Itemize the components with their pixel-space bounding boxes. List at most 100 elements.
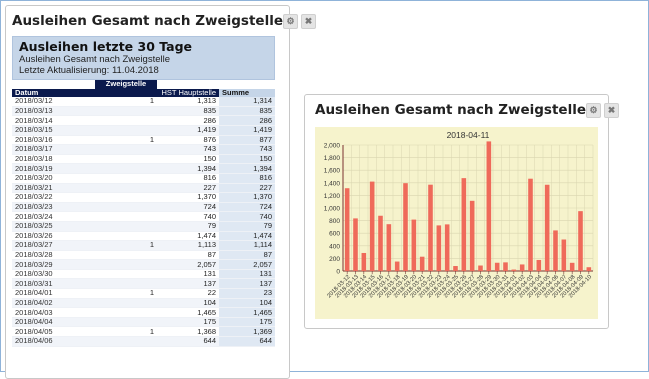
cell-count <box>95 154 157 165</box>
cell-count <box>95 125 157 136</box>
cell-count <box>95 202 157 213</box>
cell-hst: 1,368 <box>157 326 219 338</box>
table-row: 2018/03/20 816 816 <box>12 173 275 184</box>
cell-count <box>95 259 157 270</box>
table-row: 2018/03/31 137 137 <box>12 278 275 290</box>
panel-header[interactable]: Ausleihen Gesamt nach Zweigstelle ⚙ ✖ <box>305 95 619 125</box>
bar <box>586 267 592 271</box>
cell-hst: 1,113 <box>157 240 219 251</box>
cell-hst: 1,370 <box>157 192 219 203</box>
report-updated: Letzte Aktualisierung: 11.04.2018 <box>19 65 159 76</box>
y-tick-label: 600 <box>329 231 340 238</box>
table-row: 2018/03/30 131 131 <box>12 269 275 280</box>
cell-summe: 816 <box>219 173 275 184</box>
group-header-zweigstelle: Zweigstelle <box>95 80 157 89</box>
bar <box>411 219 417 271</box>
panel-header[interactable]: Ausleihen Gesamt nach Zweigstelle ⚙ ✖ <box>6 6 316 36</box>
column-header-hst[interactable]: HST Hauptstelle <box>157 88 219 98</box>
cell-count: 1 <box>95 240 157 251</box>
cell-hst: 2,057 <box>157 259 219 270</box>
cell-summe: 1,314 <box>219 97 275 107</box>
cell-count <box>95 144 157 155</box>
cell-date: 2018/04/01 <box>12 288 95 299</box>
chart-panel: Ausleihen Gesamt nach Zweigstelle ⚙ ✖ 20… <box>304 94 619 329</box>
close-icon[interactable]: ✖ <box>300 13 316 29</box>
cell-date: 2018/03/29 <box>12 259 95 270</box>
cell-summe: 1,465 <box>219 307 275 318</box>
chart-area: 2018-04-11 0 200 400 600 800 1,000 1,200 1,400 1,… <box>315 127 598 319</box>
cell-hst: 1,313 <box>157 97 219 107</box>
cell-count <box>95 115 157 126</box>
cell-hst: 1,465 <box>157 307 219 318</box>
cell-summe: 175 <box>219 317 275 328</box>
column-header-datum[interactable]: Datum <box>12 88 95 98</box>
cell-date: 2018/03/13 <box>12 106 95 117</box>
bar <box>369 181 375 271</box>
table-row: 2018/04/04 175 175 <box>12 317 275 328</box>
cell-summe: 740 <box>219 211 275 222</box>
y-tick-label: 2,000 <box>324 143 341 150</box>
table-row: 2018/03/27 1 1,113 1,114 <box>12 240 275 251</box>
cell-summe: 1,114 <box>219 240 275 251</box>
cell-summe: 131 <box>219 269 275 280</box>
cell-hst: 835 <box>157 106 219 117</box>
gear-icon[interactable]: ⚙ <box>282 13 298 29</box>
cell-summe: 137 <box>219 278 275 290</box>
table-row: 2018/04/02 104 104 <box>12 298 275 309</box>
cell-summe: 1,394 <box>219 163 275 174</box>
cell-hst: 79 <box>157 221 219 232</box>
cell-summe: 104 <box>219 298 275 309</box>
y-tick-label: 1,000 <box>324 206 341 213</box>
table-row: 2018/03/16 1 876 877 <box>12 135 275 146</box>
cell-count <box>95 250 157 261</box>
cell-hst: 227 <box>157 183 219 194</box>
report-subtitle: Ausleihen Gesamt nach Zweigstelle <box>19 54 171 65</box>
y-tick-label: 400 <box>329 243 340 250</box>
bar <box>428 184 433 271</box>
cell-date: 2018/03/15 <box>12 125 95 136</box>
cell-count <box>95 336 157 347</box>
table-row: 2018/04/06 644 644 <box>12 336 275 347</box>
cell-count <box>95 298 157 309</box>
cell-hst: 724 <box>157 202 219 213</box>
bar <box>403 183 408 271</box>
cell-count: 1 <box>95 288 157 299</box>
table-row: 2018/03/15 1,419 1,419 <box>12 125 275 136</box>
bar <box>419 256 425 271</box>
report-title: Ausleihen letzte 30 Tage <box>19 39 193 54</box>
cell-date: 2018/03/17 <box>12 144 95 155</box>
column-header-summe[interactable]: Summe <box>219 88 275 98</box>
bar <box>386 224 392 271</box>
cell-summe: 1,474 <box>219 231 275 242</box>
gear-icon[interactable]: ⚙ <box>585 102 601 118</box>
table-row: 2018/04/05 1 1,368 1,369 <box>12 326 275 338</box>
y-tick-label: 200 <box>329 256 340 263</box>
bar <box>511 269 517 271</box>
cell-summe: 724 <box>219 202 275 213</box>
cell-hst: 150 <box>157 154 219 165</box>
cell-summe: 23 <box>219 288 275 299</box>
bar <box>578 211 583 271</box>
table-row: 2018/03/19 1,394 1,394 <box>12 163 275 174</box>
cell-hst: 22 <box>157 288 219 299</box>
cell-hst: 876 <box>157 135 219 146</box>
cell-date: 2018/03/14 <box>12 115 95 126</box>
cell-date: 2018/04/04 <box>12 317 95 328</box>
cell-count <box>95 307 157 318</box>
cell-hst: 104 <box>157 298 219 309</box>
close-icon[interactable]: ✖ <box>603 102 619 118</box>
cell-summe: 1,370 <box>219 192 275 203</box>
cell-hst: 1,419 <box>157 125 219 136</box>
cell-count <box>95 221 157 232</box>
table-header-blank <box>157 80 219 89</box>
cell-count <box>95 173 157 184</box>
table-row: 2018/04/03 1,465 1,465 <box>12 307 275 318</box>
bar <box>561 239 567 271</box>
cell-hst: 87 <box>157 250 219 261</box>
chart-title: 2018-04-11 <box>447 130 490 140</box>
cell-count <box>95 278 157 290</box>
bar <box>544 184 550 271</box>
bar <box>469 200 475 271</box>
cell-date: 2018/03/25 <box>12 221 95 232</box>
table-header-blank <box>12 80 95 89</box>
